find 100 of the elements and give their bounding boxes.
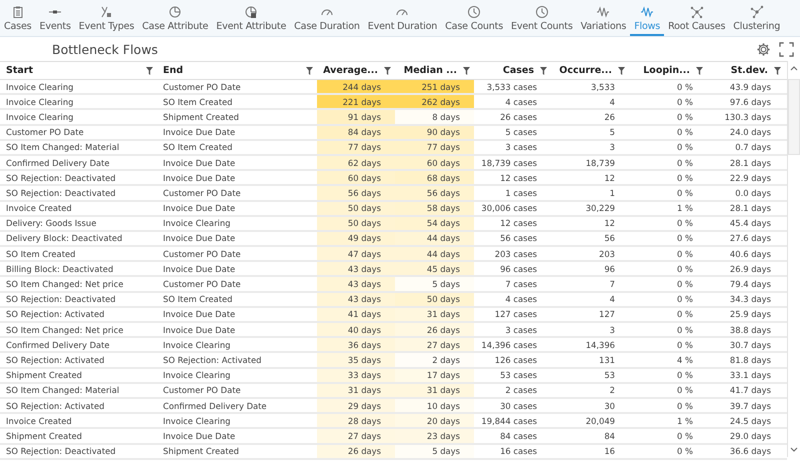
table-cell-text: 25.9 days [728,308,772,321]
table-cell-text: 28.1 days [728,202,772,215]
table-cell-text: 56 cases [499,232,538,246]
table-cell-text: 28.1 days [728,156,772,170]
table-cell-text: 81.8 days [728,354,772,367]
table-cell: 26 days [395,323,474,336]
network-icon [690,5,704,19]
tab[interactable]: Clustering [729,0,784,36]
table-cell-text: 4 [608,293,616,306]
table-cell-text: 56 [603,232,616,246]
scroll-thumb[interactable] [788,79,800,155]
table-cell: 56 days [395,186,474,200]
table-cell-text: 0 % [676,186,694,200]
filter-icon[interactable] [618,66,625,74]
table-cell: 77 days [395,140,474,154]
table-cell-text: 0 % [676,156,694,170]
table-cell-text: 0 % [676,308,694,321]
filter-icon[interactable] [146,66,153,74]
column-header[interactable]: St.dev. [713,65,774,76]
table-cell-text: Shipment Created [5,369,83,382]
fullscreen-icon[interactable] [779,42,794,56]
table-cell-text: 0 % [676,430,694,442]
scrollbar[interactable] [787,61,800,457]
tab[interactable]: Case Attribute [138,0,212,36]
table-cell-text: SO Rejection: Deactivated [5,172,117,184]
filter-icon[interactable] [463,66,470,74]
filter-icon[interactable] [306,66,313,74]
clock-icon [534,5,549,19]
table-cell-text: SO Item Changed: Material [5,141,120,154]
table-cell-text: SO Rejection: Deactivated [5,445,117,458]
table-cell-text: Confirmed Delivery Date [5,156,111,170]
table-cell-text: Invoice Created [5,202,73,215]
table-cell: 28 days [317,414,395,428]
table-cell: 17 days [395,368,474,382]
table-cell-text: 12 [603,172,616,184]
scroll-up-icon[interactable] [790,65,798,71]
table-cell-text: Invoice Clearing [162,217,232,230]
table-cell-text: 4 cases [504,96,538,108]
wave-icon [640,5,654,19]
tab[interactable]: Event Counts [507,0,577,36]
tab[interactable]: Case Counts [441,0,507,36]
settings-icon[interactable] [756,42,771,56]
table-cell-text: 2 [608,384,616,397]
tab[interactable]: Events [35,0,75,36]
tab[interactable]: Event Types [74,0,138,36]
panel-title: Bottleneck Flows [52,42,158,56]
tab[interactable]: Root Causes [664,0,730,36]
table-cell-text: 1 [608,186,616,200]
table-cell-text: Delivery: Goods Issue [5,217,98,230]
filter-icon[interactable] [774,66,781,74]
filter-icon[interactable] [540,66,547,74]
table-cell-text: 30,006 cases [480,202,538,215]
table-cell: 56 days [317,186,395,200]
table-cell-text: 26.9 days [728,262,772,276]
table-cell-text: SO Item Created [162,141,234,154]
tab[interactable]: Event Attribute [212,0,290,36]
table-cell: 60 days [317,171,395,184]
column-header[interactable]: End [163,65,306,76]
filter-icon[interactable] [696,66,703,74]
table-cell-text: 0 % [676,369,694,382]
table-cell-text: 0 % [676,248,694,260]
tab[interactable]: Event Duration [364,0,442,36]
table-cell-text: 0 % [676,80,694,94]
table-cell-text: 30.7 days [728,338,772,352]
table-cell: 5 days [395,444,474,458]
column-header[interactable]: Loopin... [635,65,696,76]
table-cell-text: 1 % [676,202,694,215]
table-cell-text: Invoice Clearing [5,96,74,108]
table-cell: 45 days [395,262,474,276]
table-cell-text: Invoice Due Date [162,262,236,276]
pie-chart-icon [244,5,258,19]
column-header[interactable]: Cases [480,65,540,76]
table-cell-text: 0 % [676,400,694,412]
table-cell-text: 4 cases [504,293,538,306]
column-header[interactable]: Average... [323,65,384,76]
table-cell-text: Invoice Due Date [162,324,236,336]
table-cell-text: 0.7 days [734,141,772,154]
table-cell-text: 127 cases [494,308,538,321]
column-header[interactable]: Start [6,65,146,76]
tab[interactable]: Case Duration [290,0,364,36]
column-header[interactable]: Occurre... [557,65,618,76]
table-cell-text: 5 cases [504,126,538,139]
table-cell: 44 days [395,232,474,246]
table-cell-text: Invoice Clearing [5,110,74,124]
table-cell-text: 0 % [676,262,694,276]
table-cell: 40 days [317,323,395,336]
tab[interactable]: Cases [0,0,36,36]
table-cell-text: 3,533 [590,80,616,94]
table-cell-text: Invoice Due Date [162,232,236,246]
column-header[interactable]: Median ... [401,65,463,76]
table-cell: 5 days [395,277,474,291]
table-cell-text: 3 cases [504,324,538,336]
table-cell-text: 4 % [676,354,694,367]
table-cell-text: Invoice Due Date [162,202,236,215]
table-cell-text: 3 [608,324,616,336]
table-cell: 50 days [317,216,395,230]
scroll-down-icon[interactable] [790,447,798,453]
tab[interactable]: Variations [576,0,630,36]
filter-icon[interactable] [384,66,391,74]
table-cell-text: 0 % [676,141,694,154]
